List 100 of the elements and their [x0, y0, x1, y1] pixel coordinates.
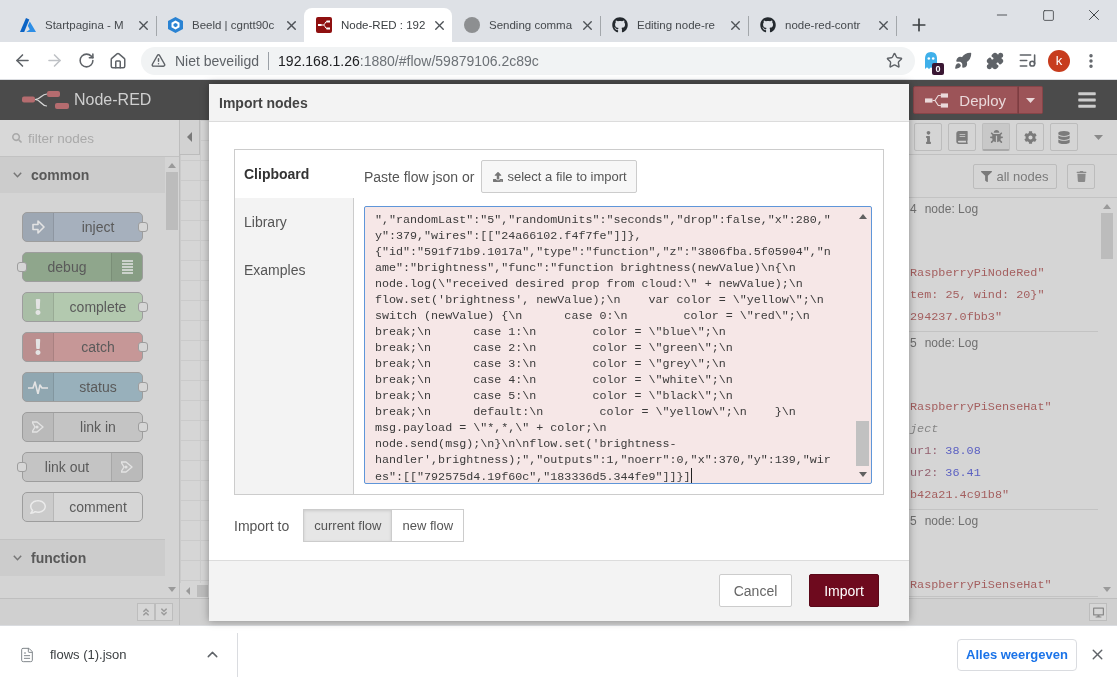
scroll-up-icon[interactable] [858, 214, 867, 219]
browser-tab[interactable]: Beeld | cgntt90c [156, 8, 304, 42]
palette-node[interactable]: comment [22, 492, 143, 522]
scroll-thumb[interactable] [1101, 213, 1113, 259]
sidebar-tab[interactable] [1050, 123, 1078, 151]
search-icon [12, 133, 22, 143]
triangle-logo-icon [20, 18, 36, 32]
string-value: RaspberryPiSenseHat" [910, 577, 1053, 594]
file-name[interactable]: flows (1).json [50, 647, 127, 662]
string-value: b42a21.4c91b8" [910, 487, 1011, 504]
palette-node[interactable]: status [22, 372, 143, 402]
rocket-icon[interactable] [954, 51, 972, 70]
filter-icon [981, 170, 993, 182]
text-cursor-icon [690, 468, 692, 483]
deploy-menu-button[interactable] [1018, 86, 1043, 114]
timestamp-text: 4 [910, 202, 917, 216]
scroll-down-icon[interactable] [858, 472, 867, 477]
info-icon [925, 130, 931, 144]
sidebar-tab[interactable] [1016, 123, 1044, 151]
exclamation-icon [35, 299, 41, 315]
extension-badge: 0 [932, 62, 944, 75]
security-label[interactable]: Niet beveiligd [175, 52, 260, 69]
palette-node[interactable]: complete [22, 292, 143, 322]
string-value: 294237.0fbb3" [910, 309, 1004, 326]
link-arrow-icon [121, 459, 133, 475]
hexagon-logo-icon [168, 17, 183, 33]
scroll-thumb[interactable] [856, 421, 869, 466]
type-label: ject [910, 421, 940, 438]
node-port [138, 422, 148, 432]
browser-tab[interactable]: node-red-contr [748, 8, 896, 42]
pulse-icon [28, 380, 48, 394]
cancel-button[interactable]: Cancel [719, 574, 792, 607]
deploy-icon [925, 91, 949, 109]
node-port [17, 462, 27, 472]
paste-label: Paste flow json or [364, 168, 475, 185]
scroll-thumb[interactable] [197, 584, 208, 597]
url-text: 192.168.1.26:1880/#flow/59879106.2c89c [278, 52, 539, 69]
category-header[interactable]: function [0, 540, 165, 576]
home-icon[interactable] [109, 51, 127, 70]
source-node-text: node: Log [924, 514, 979, 528]
timestamp-text: 5 [910, 514, 917, 528]
reload-icon[interactable] [77, 52, 95, 69]
settings-icon [1023, 130, 1037, 144]
category-header[interactable]: common [0, 157, 165, 193]
browser-tab[interactable]: Startpagina - M [8, 8, 156, 42]
deploy-button[interactable]: Deploy [913, 86, 1018, 114]
upload-icon [492, 171, 503, 182]
node-port [138, 222, 148, 232]
avatar-icon [464, 17, 480, 33]
sidebar-tab[interactable] [914, 123, 942, 151]
speech-bubble-icon [30, 499, 46, 515]
import-button[interactable]: Import [809, 574, 879, 607]
string-value: RaspberryPiNodeRed" [910, 265, 1046, 282]
star-icon[interactable] [886, 52, 903, 69]
node-port [138, 382, 148, 392]
logo-icon [22, 91, 69, 109]
bug-icon [989, 130, 1003, 143]
browser-tab[interactable]: Node-RED : 192 [304, 8, 452, 42]
browser-tab[interactable]: Editing node-re [600, 8, 748, 42]
source-node-text: node: Log [924, 336, 979, 350]
app-title: Node-RED [74, 91, 152, 109]
menu-icon[interactable] [1077, 90, 1097, 110]
book-icon [956, 130, 968, 144]
string-value: RaspberryPiSenseHat" [910, 399, 1053, 416]
sidebar-tab[interactable] [948, 123, 976, 151]
palette-node[interactable]: inject [22, 212, 143, 242]
scroll-thumb[interactable] [166, 172, 178, 230]
show-all-button[interactable]: Alles weergeven [957, 638, 1077, 671]
node-port [17, 262, 27, 272]
palette-node[interactable]: link in [22, 412, 143, 442]
palette-node[interactable]: link out [22, 452, 143, 482]
source-node-text: node: Log [924, 202, 979, 216]
exclamation-icon [35, 339, 41, 355]
property-line: ur1: 38.08 [910, 443, 982, 460]
flow-logo-icon [316, 17, 332, 33]
maximize-icon[interactable] [1041, 8, 1055, 22]
profile-avatar[interactable]: k [1048, 49, 1070, 72]
json-input-field[interactable]: ","randomLast":"5","randomUnits":"seconds","drop":false,"x":280," y":379,"wires":[["24a66102.f4f7fe"]]}, {"id":"591f71b9.1017a","type":"function","z":"3806fba.5f05904","n ame":"brightness","func":"function brightness(newValue)\n{\n node.log(\"received desired prop from cloud:\" + newValue);\n flow.set('brightness', newValue);\n var color = \"yellow\";\n switch (newValue) {\n case 0:\n color = \"red\";\n break;\n case 1:\n color = \"blue\";\n break;\n case 2:\n color = \"green\";\n break;\n case 3:\n color = \"grey\";\n break;\n case 4:\n color = \"white\";\n break;\n case 5:\n color = \"black\";\n break;\n default:\n color = \"yellow\";\n }\n msg.payload = \"*,*,\" + color;\n node.send(msg);\n}\n\nflow.set('brightness- handler',brightness);","outputs":1,"noerr":0,"x":370,"y":139,"wir es":[["792575d4.19f60c","183336d5.344fe9"]]}] [364, 206, 872, 484]
trash-icon [1075, 170, 1087, 182]
import-target-button[interactable]: new flow [392, 509, 465, 542]
palette-toggle-button[interactable] [180, 120, 200, 155]
playlist-icon[interactable] [1017, 51, 1037, 70]
dialog-title: Import nodes [209, 84, 909, 122]
sidebar-tab[interactable] [982, 123, 1010, 151]
source-tab[interactable]: Clipboard [235, 150, 354, 198]
node-port [138, 302, 148, 312]
double-chevron-down-icon [161, 607, 167, 617]
puzzle-icon[interactable] [986, 51, 1004, 70]
address-field[interactable]: Niet beveiligd 192.168.1.26:1880/#flow/59879106.2c89c [141, 46, 915, 75]
file-icon [19, 646, 35, 663]
cat-logo-icon [612, 17, 628, 33]
timestamp-text: 5 [910, 336, 917, 350]
caret-icon [1026, 97, 1035, 103]
import-target-button[interactable]: current flow [303, 509, 393, 542]
browser-tab[interactable]: Sending comma [452, 8, 600, 42]
property-line: ur2: 36.41 [910, 465, 982, 482]
database-icon [1058, 130, 1070, 144]
file-select-button[interactable]: select a file to import [480, 160, 637, 193]
double-chevron-up-icon [143, 607, 149, 617]
link-arrow-icon [32, 419, 44, 435]
